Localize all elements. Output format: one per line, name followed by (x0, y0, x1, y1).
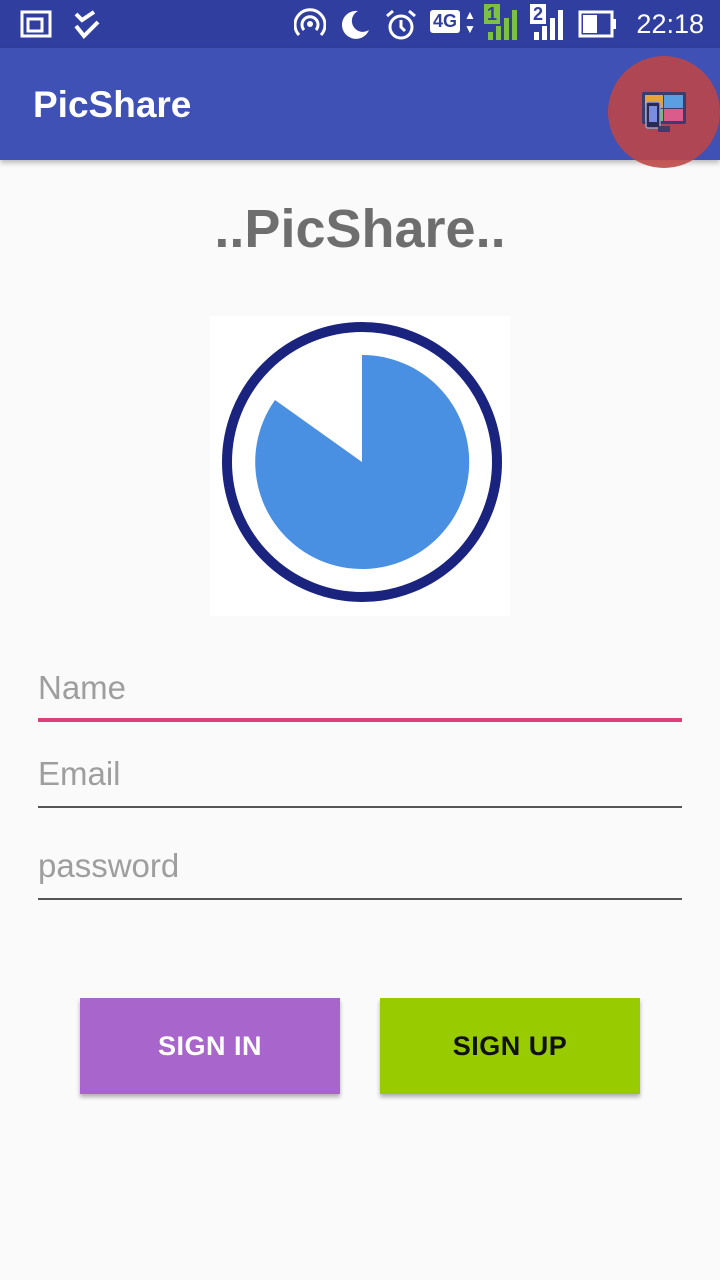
battery-icon (578, 10, 616, 38)
password-input[interactable] (38, 840, 682, 892)
email-input[interactable] (38, 748, 682, 800)
app-title: PicShare (33, 84, 192, 125)
screen-cast-icon (642, 92, 686, 132)
hotspot-icon (294, 8, 326, 37)
email-underline (38, 806, 682, 808)
screen-mirror-icon (20, 10, 52, 38)
screen-cast-overlay-button[interactable] (608, 56, 720, 168)
network-type-badge: 4G (430, 10, 461, 33)
moon-icon (341, 10, 369, 39)
app-logo (210, 316, 510, 616)
status-bar: 4G ▲ ▼ 1 2 22:18 (0, 0, 720, 48)
signal-icon (488, 10, 517, 40)
data-arrows-icon: ▲ ▼ (464, 8, 476, 36)
check-app-icon (74, 10, 100, 39)
sign-in-button[interactable]: SIGN IN (80, 998, 340, 1094)
signal-icon (534, 10, 563, 40)
status-time: 22:18 (636, 9, 704, 39)
name-underline (38, 718, 682, 722)
name-input[interactable] (38, 662, 682, 714)
email-field[interactable] (38, 748, 682, 808)
pie-timer-logo-icon (222, 322, 502, 602)
page-heading: ..PicShare.. (214, 199, 506, 259)
password-underline (38, 898, 682, 900)
name-field[interactable] (38, 662, 682, 722)
alarm-icon (386, 9, 416, 40)
sign-up-button[interactable]: SIGN UP (380, 998, 640, 1094)
password-field[interactable] (38, 840, 682, 900)
